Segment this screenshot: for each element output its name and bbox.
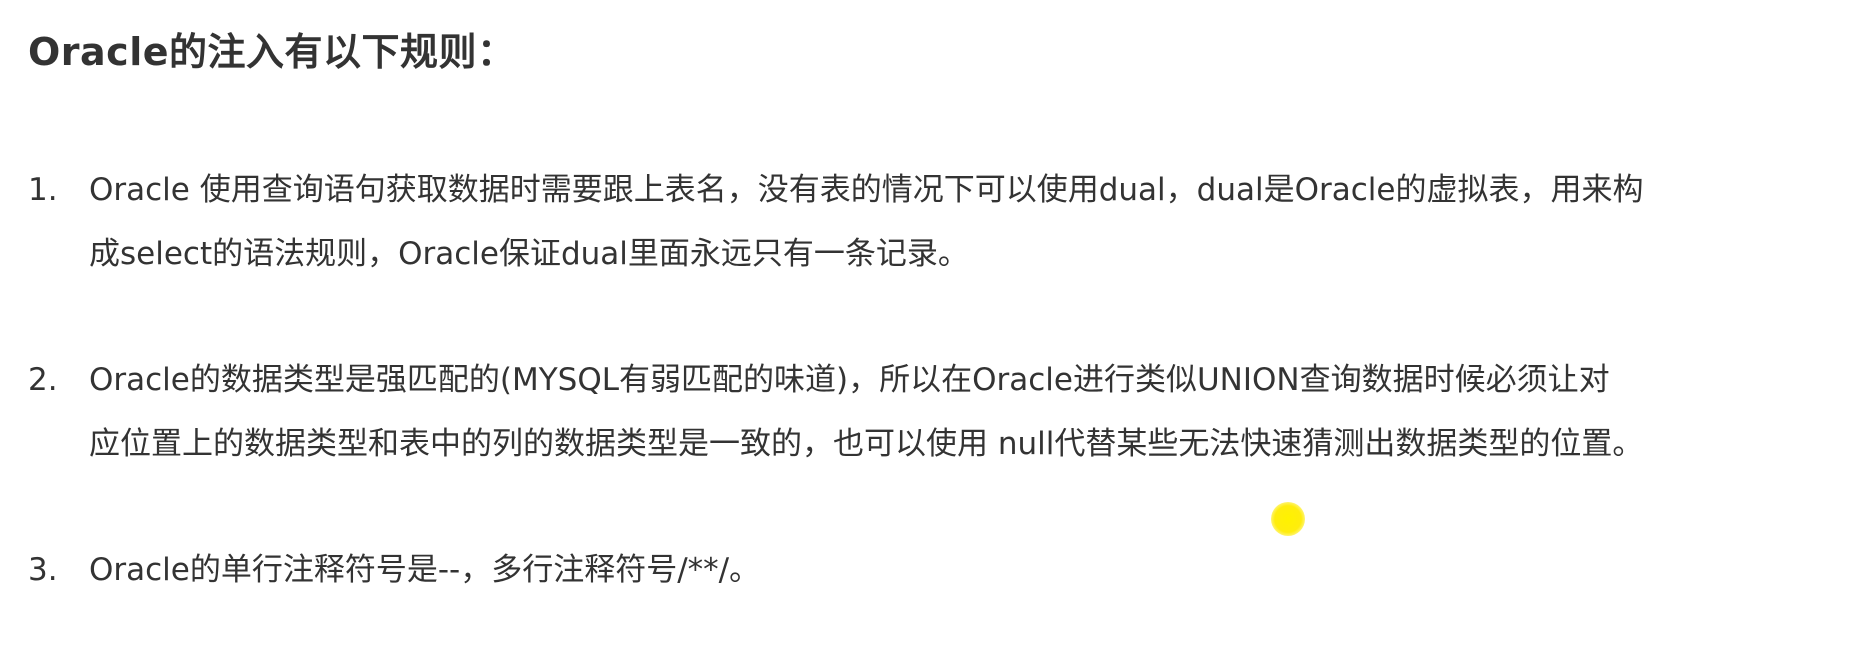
cursor-highlight-icon — [1271, 502, 1305, 536]
rule-text-line: Oracle的单行注释符号是--，多行注释符号/**/。 — [89, 552, 761, 588]
rule-text-line: 应位置上的数据类型和表中的列的数据类型是一致的，也可以使用 null代替某些无法… — [89, 426, 1644, 462]
rule-number: 3. — [28, 552, 58, 588]
rule-text-line: 成select的语法规则，Oracle保证dual里面永远只有一条记录。 — [89, 236, 969, 272]
rule-text-line: Oracle 使用查询语句获取数据时需要跟上表名，没有表的情况下可以使用dual… — [89, 172, 1644, 208]
page-heading: Oracle的注入有以下规则： — [28, 30, 516, 74]
rule-text-line: Oracle的数据类型是强匹配的(MYSQL有弱匹配的味道)，所以在Oracle… — [89, 362, 1610, 398]
rule-list: 1. Oracle 使用查询语句获取数据时需要跟上表名，没有表的情况下可以使用d… — [28, 158, 1848, 602]
rule-number: 2. — [28, 362, 58, 398]
rule-item-1: 1. Oracle 使用查询语句获取数据时需要跟上表名，没有表的情况下可以使用d… — [28, 158, 1848, 286]
rule-item-2: 2. Oracle的数据类型是强匹配的(MYSQL有弱匹配的味道)，所以在Ora… — [28, 348, 1848, 476]
rule-item-3: 3. Oracle的单行注释符号是--，多行注释符号/**/。 — [28, 538, 1848, 602]
rule-number: 1. — [28, 172, 58, 208]
